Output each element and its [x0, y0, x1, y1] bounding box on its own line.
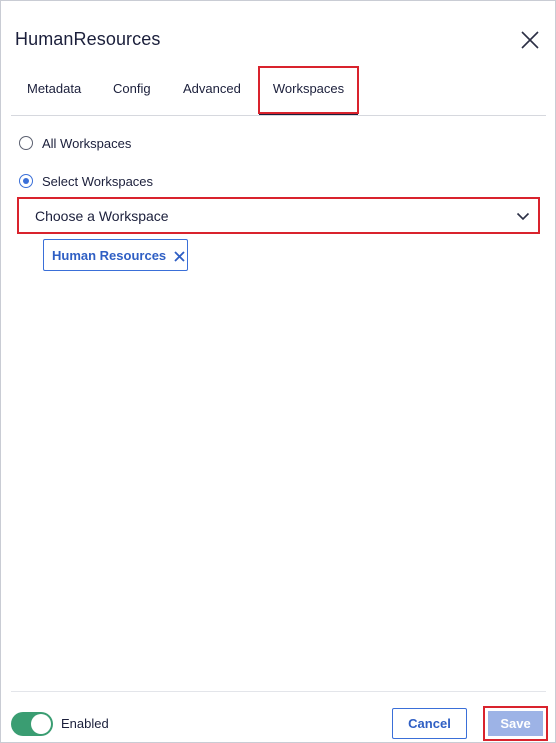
- toggle-knob: [31, 714, 51, 734]
- save-highlight-box: Save: [483, 706, 548, 741]
- dialog-panel: HumanResources Metadata Config Advanced …: [0, 0, 556, 743]
- cancel-button[interactable]: Cancel: [392, 708, 467, 739]
- enabled-toggle-label: Enabled: [61, 716, 109, 731]
- radio-select-workspaces-label: Select Workspaces: [42, 173, 154, 189]
- radio-all-workspaces[interactable]: All Workspaces: [19, 134, 131, 152]
- enabled-toggle[interactable]: [11, 712, 53, 736]
- tab-config[interactable]: Config: [113, 65, 151, 113]
- chevron-down-icon: [516, 209, 530, 223]
- footer-divider: [11, 691, 546, 692]
- radio-all-workspaces-label: All Workspaces: [42, 135, 132, 151]
- workspace-chip-label: Human Resources: [52, 247, 167, 263]
- dialog-title: HumanResources: [15, 29, 161, 49]
- tab-metadata[interactable]: Metadata: [27, 65, 81, 113]
- remove-chip-icon[interactable]: [174, 250, 185, 262]
- tab-highlight-box: [258, 66, 359, 114]
- radio-unchecked[interactable]: [19, 136, 33, 150]
- workspace-chip: Human Resources: [43, 239, 188, 271]
- tab-advanced[interactable]: Advanced: [183, 65, 241, 113]
- save-button[interactable]: Save: [488, 711, 543, 736]
- close-icon[interactable]: [519, 29, 541, 51]
- radio-select-workspaces[interactable]: Select Workspaces: [19, 172, 153, 190]
- workspace-select[interactable]: Choose a Workspace: [17, 197, 540, 234]
- radio-checked[interactable]: [19, 174, 33, 188]
- workspace-select-placeholder: Choose a Workspace: [35, 208, 169, 224]
